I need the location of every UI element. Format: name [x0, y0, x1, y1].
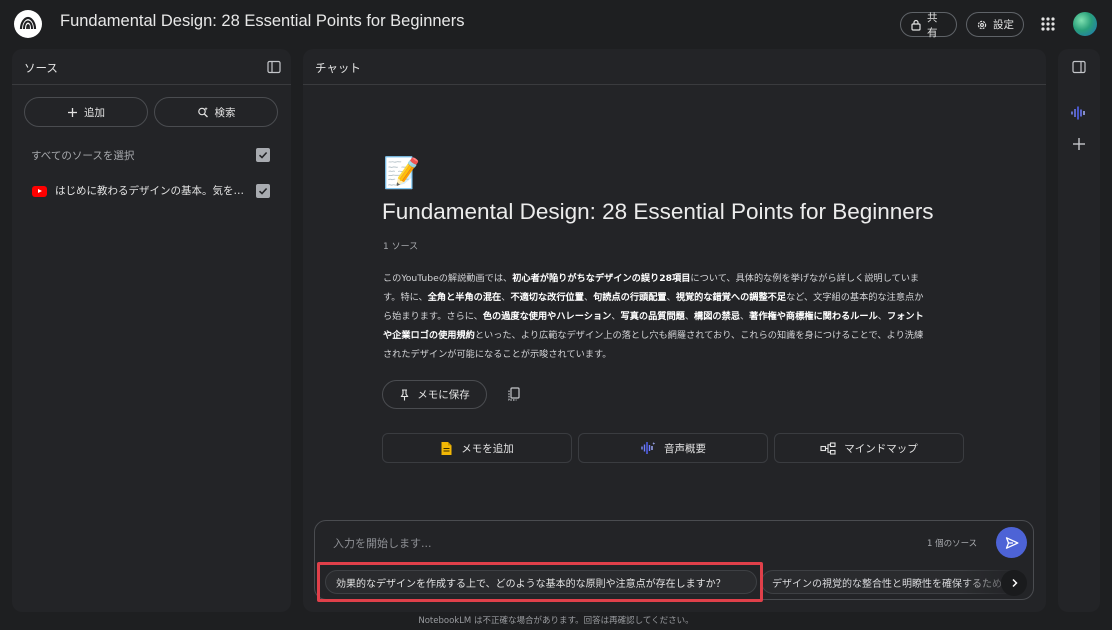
- sources-panel: ソース 追加 検索 すべてのソースを選択 はじめに教わるデザインの基本。気を付: [12, 49, 291, 612]
- summary-text: 、: [877, 311, 887, 322]
- plus-icon: [67, 107, 78, 118]
- youtube-icon: [32, 186, 47, 197]
- chat-panel-header: チャット: [303, 49, 1046, 85]
- composer-source-count: 1 個のソース: [927, 539, 978, 549]
- summary-keyphrase: 色の過度な使用やハレーション: [482, 311, 612, 322]
- notebook-title: Fundamental Design: 28 Essential Points …: [382, 199, 934, 224]
- collapse-panel-icon[interactable]: [266, 59, 282, 75]
- summary-keyphrase: 初心者が陥りがちなデザインの誤り28項目: [512, 273, 691, 284]
- summary-text: 、: [739, 311, 750, 322]
- notebook-memo-icon: 📝: [383, 156, 421, 191]
- mind-map-icon: [820, 441, 836, 455]
- send-arrow-icon: [1005, 536, 1019, 550]
- search-sources-button[interactable]: 検索: [154, 97, 278, 127]
- settings-label: 設定: [993, 19, 1014, 31]
- chat-panel-title: チャット: [315, 61, 361, 75]
- pin-icon: [399, 388, 410, 401]
- source-title[interactable]: はじめに教わるデザインの基本。気を付けたいポイント28選: [55, 183, 247, 198]
- add-note-button[interactable]: メモを追加: [382, 433, 572, 463]
- apps-grid-icon[interactable]: [1040, 16, 1056, 32]
- sources-panel-header: ソース: [12, 49, 291, 85]
- select-all-sources-label: すべてのソースを選択: [31, 150, 135, 162]
- studio-panel-header: [1058, 49, 1100, 85]
- disclaimer-text: NotebookLM は不正確な場合があります。回答は再確認してください。: [418, 616, 694, 626]
- summary-text: 、: [611, 311, 621, 322]
- notebook-title-header[interactable]: Fundamental Design: 28 Essential Points …: [60, 12, 464, 31]
- audio-waveform-icon[interactable]: [1070, 105, 1088, 123]
- user-avatar[interactable]: [1073, 12, 1097, 36]
- gear-icon: [976, 19, 988, 31]
- chat-input[interactable]: [333, 534, 893, 552]
- notebook-summary: このYouTubeの解説動画では、初心者が陥りがちなデザインの誤り28項目につい…: [383, 269, 931, 364]
- audio-waveform-icon: [640, 441, 656, 455]
- summary-text: このYouTubeの解説動画では、: [383, 273, 513, 284]
- expand-panel-icon[interactable]: [1071, 59, 1087, 75]
- share-button[interactable]: 共有: [900, 11, 957, 39]
- select-all-checkbox[interactable]: [256, 148, 270, 162]
- summary-keyphrase: 写真の品質問題: [620, 311, 685, 322]
- search-sources-label: 検索: [214, 106, 236, 119]
- mind-map-button[interactable]: マインドマップ: [774, 433, 964, 463]
- chevron-right-icon: [1010, 578, 1019, 588]
- source-checkbox[interactable]: [256, 184, 270, 198]
- summary-keyphrase: 全角と半角の混在: [427, 292, 502, 303]
- chat-composer: 1 個のソース 効果的なデザインを作成する上で、どのような基本的な原則や注意点が…: [314, 520, 1034, 600]
- source-count: 1 ソース: [383, 242, 419, 252]
- summary-keyphrase: 著作権や商標権に関わるルール: [749, 311, 878, 322]
- search-sparkle-icon: [197, 106, 209, 118]
- settings-button[interactable]: 設定: [966, 12, 1024, 37]
- send-button[interactable]: [996, 527, 1027, 558]
- mind-map-label: マインドマップ: [844, 442, 918, 455]
- add-note-label: メモを追加: [461, 442, 514, 455]
- summary-keyphrase: 構図の禁忌: [694, 311, 740, 322]
- suggested-question-chip[interactable]: 効果的なデザインを作成する上で、どのような基本的な原則や注意点が存在しますか？: [325, 570, 757, 594]
- add-source-button[interactable]: 追加: [24, 97, 148, 127]
- summary-keyphrase: 視覚的な錯覚への調整不足: [675, 292, 787, 303]
- summary-text: 、: [684, 311, 695, 322]
- sources-panel-title: ソース: [24, 61, 58, 75]
- summary-keyphrase: 句読点の行頭配置: [593, 292, 667, 303]
- audio-overview-button[interactable]: 音声概要: [578, 433, 768, 463]
- summary-text: 、: [666, 292, 676, 303]
- chat-panel: チャット 📝 Fundamental Design: 28 Essential …: [303, 49, 1046, 612]
- add-source-label: 追加: [84, 106, 105, 119]
- studio-panel-collapsed: [1058, 49, 1100, 612]
- save-to-note-label: メモに保存: [417, 389, 470, 401]
- top-bar: Fundamental Design: 28 Essential Points …: [0, 0, 1112, 48]
- note-doc-icon: [440, 441, 453, 456]
- summary-text: 、: [583, 292, 594, 303]
- copy-icon[interactable]: [505, 385, 523, 403]
- notebooklm-logo-icon[interactable]: [14, 10, 42, 38]
- next-suggestions-button[interactable]: [1001, 570, 1027, 596]
- save-to-note-button[interactable]: メモに保存: [382, 380, 487, 409]
- summary-keyphrase: 不適切な改行位置: [510, 292, 584, 303]
- add-note-plus-icon[interactable]: [1070, 135, 1088, 153]
- share-label: 共有: [927, 11, 938, 39]
- lock-icon: [910, 19, 922, 31]
- audio-overview-label: 音声概要: [664, 442, 706, 455]
